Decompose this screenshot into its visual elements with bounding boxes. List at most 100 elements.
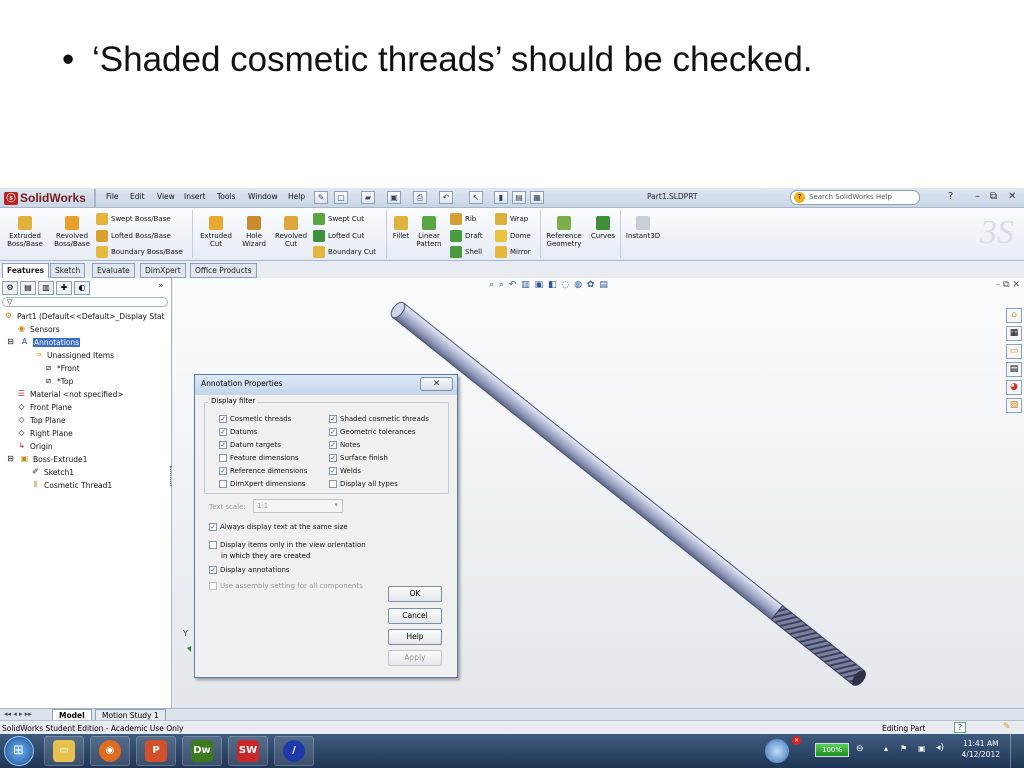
tree-item-cosmetic-thread[interactable]: ⫴ Cosmetic Thread1 xyxy=(30,480,112,490)
menu-tools[interactable]: Tools xyxy=(217,192,235,201)
filter-checkbox[interactable]: Feature dimensions xyxy=(219,454,299,462)
taskbar-explorer[interactable]: ▭ xyxy=(44,736,84,766)
filter-checkbox[interactable]: ✓ Welds xyxy=(329,467,361,475)
monitor-icon[interactable]: ▣ xyxy=(918,744,926,753)
tree-item-sensors[interactable]: ◉ Sensors xyxy=(16,324,60,334)
revolved-cut-button[interactable]: Revolved Cut xyxy=(272,216,310,248)
flag-icon[interactable]: ⚑ xyxy=(900,744,907,753)
revolved-boss-button[interactable]: Revolved Boss/Base xyxy=(52,216,92,248)
power-icon[interactable]: ⊖ xyxy=(856,744,864,754)
tree-item-front-view[interactable]: ⧄ *Front xyxy=(43,363,80,373)
extruded-cut-button[interactable]: Extruded Cut xyxy=(198,216,234,248)
display-manager-icon[interactable]: ◐ xyxy=(74,281,90,295)
tree-item-front-plane[interactable]: ◇ Front Plane xyxy=(16,402,72,412)
menu-insert[interactable]: Insert xyxy=(184,192,206,201)
menu-help[interactable]: Help xyxy=(288,192,305,201)
menu-window[interactable]: Window xyxy=(248,192,278,201)
dialog-close-button[interactable]: ✕ xyxy=(420,377,453,391)
filter-checkbox[interactable]: ✓ Notes xyxy=(329,441,360,449)
save-icon[interactable]: ▣ xyxy=(387,191,401,204)
file-properties-icon[interactable]: ▤ xyxy=(512,191,526,204)
extruded-boss-button[interactable]: Extruded Boss/Base xyxy=(6,216,44,248)
swept-boss-button[interactable]: Swept Boss/Base xyxy=(96,213,171,225)
checkbox-view-orientation[interactable]: Display items only in the view orientati… xyxy=(209,541,366,549)
filter-checkbox[interactable]: ✓ Geometric tolerances xyxy=(329,428,415,436)
select-icon[interactable]: ↖ xyxy=(469,191,483,204)
taskbar-app[interactable]: / xyxy=(274,736,314,766)
tree-item-material[interactable]: ☰ Material <not specified> xyxy=(16,389,124,399)
undo-icon[interactable]: ↶ xyxy=(439,191,453,204)
taskbar-powerpoint[interactable]: P xyxy=(136,736,176,766)
hole-wizard-button[interactable]: Hole Wizard xyxy=(238,216,270,248)
filter-checkbox[interactable]: DimXpert dimensions xyxy=(219,480,305,488)
tab-dimxpert[interactable]: DimXpert xyxy=(140,263,186,278)
filter-checkbox[interactable]: Display all types xyxy=(329,480,398,488)
show-desktop-button[interactable] xyxy=(1010,734,1024,768)
property-manager-icon[interactable]: ▤ xyxy=(20,281,36,295)
mirror-button[interactable]: Mirror xyxy=(495,246,531,258)
filter-checkbox[interactable]: ✓ Cosmetic threads xyxy=(219,415,291,423)
network-icon[interactable] xyxy=(765,739,789,763)
menu-view[interactable]: View xyxy=(157,192,175,201)
tree-item-top-view[interactable]: ⧄ *Top xyxy=(43,376,73,386)
apply-button[interactable]: Apply xyxy=(388,650,442,666)
linear-pattern-button[interactable]: Linear Pattern xyxy=(414,216,444,248)
tree-item-boss-extrude[interactable]: ⊟ ▣ Boss-Extrude1 xyxy=(5,454,87,464)
curves-button[interactable]: Curves xyxy=(588,216,618,240)
new-document-icon[interactable]: ▢ xyxy=(334,191,348,204)
tab-features[interactable]: Features xyxy=(2,263,50,278)
minimize-icon[interactable]: – xyxy=(975,191,980,202)
shell-button[interactable]: Shell xyxy=(450,246,482,258)
open-folder-icon[interactable]: ▰ xyxy=(361,191,375,204)
rebuild-icon[interactable]: ▮ xyxy=(494,191,508,204)
help-button[interactable]: ? xyxy=(948,191,953,202)
filter-checkbox[interactable]: ✓ Datum targets xyxy=(219,441,281,449)
tab-sketch[interactable]: Sketch xyxy=(50,263,86,278)
status-pencil-icon[interactable]: ✎ xyxy=(1003,722,1011,732)
taskbar-solidworks[interactable]: SW xyxy=(228,736,268,766)
rib-button[interactable]: Rib xyxy=(450,213,476,225)
clock[interactable]: 11:41 AM 4/12/2012 xyxy=(962,738,1000,760)
cancel-button[interactable]: Cancel xyxy=(388,608,442,624)
tree-item-annotations[interactable]: ⊟ A Annotations xyxy=(5,337,81,347)
checkbox-display-annotations[interactable]: ✓ Display annotations xyxy=(209,566,290,574)
ok-button[interactable]: OK xyxy=(388,586,442,602)
filter-checkbox[interactable]: ✓ Datums xyxy=(219,428,257,436)
fillet-button[interactable]: Fillet xyxy=(390,216,412,240)
expand-panel-icon[interactable]: » xyxy=(158,281,164,291)
pin-icon[interactable]: ✎ xyxy=(314,191,328,204)
swept-cut-button[interactable]: Swept Cut xyxy=(313,213,364,225)
tree-item-right-plane[interactable]: ◇ Right Plane xyxy=(16,428,72,438)
app-logo[interactable]: ⓢ SolidWorks xyxy=(4,190,86,206)
checkbox-assembly-setting[interactable]: Use assembly setting for all components xyxy=(209,582,363,590)
status-help-icon[interactable]: ? xyxy=(954,722,966,733)
dome-button[interactable]: Dome xyxy=(495,230,531,242)
lofted-cut-button[interactable]: Lofted Cut xyxy=(313,230,364,242)
close-icon[interactable]: ✕ xyxy=(1008,191,1016,202)
tree-item-top-plane[interactable]: ◇ Top Plane xyxy=(16,415,65,425)
show-hidden-icons-icon[interactable]: ▴ xyxy=(884,744,888,753)
configuration-manager-icon[interactable]: ▥ xyxy=(38,281,54,295)
menu-edit[interactable]: Edit xyxy=(130,192,145,201)
boundary-cut-button[interactable]: Boundary Cut xyxy=(313,246,376,258)
reference-geometry-button[interactable]: Reference Geometry xyxy=(544,216,584,248)
filter-checkbox[interactable]: ✓ Surface finish xyxy=(329,454,388,462)
instant3d-button[interactable]: Instant3D xyxy=(624,216,662,240)
tab-evaluate[interactable]: Evaluate xyxy=(92,263,135,278)
filter-checkbox[interactable]: ✓ Reference dimensions xyxy=(219,467,307,475)
tree-item-part[interactable]: ⚙ Part1 (Default<<Default>_Display Stat xyxy=(3,311,165,321)
dimxpert-manager-icon[interactable]: ✚ xyxy=(56,281,72,295)
help-search-input[interactable]: ? Search SolidWorks Help xyxy=(790,190,920,205)
taskbar-firefox[interactable]: ◉ xyxy=(90,736,130,766)
print-icon[interactable]: ⎙ xyxy=(413,191,427,204)
draft-button[interactable]: Draft xyxy=(450,230,483,242)
start-button[interactable]: ⊞ xyxy=(4,736,34,766)
tree-item-unassigned[interactable]: ⇒ Unassigned Items xyxy=(33,350,114,360)
lofted-boss-button[interactable]: Lofted Boss/Base xyxy=(96,230,171,242)
tab-scroll-icons[interactable]: ◂◂ ◂ ▸ ▸▸ xyxy=(4,710,32,718)
checkbox-same-size[interactable]: ✓ Always display text at the same size xyxy=(209,523,348,531)
options-icon[interactable]: ▦ xyxy=(530,191,544,204)
text-scale-select[interactable]: 1:1 ▾ xyxy=(253,499,343,513)
help-dialog-button[interactable]: Help xyxy=(388,629,442,645)
restore-icon[interactable]: ⧉ xyxy=(990,191,997,202)
